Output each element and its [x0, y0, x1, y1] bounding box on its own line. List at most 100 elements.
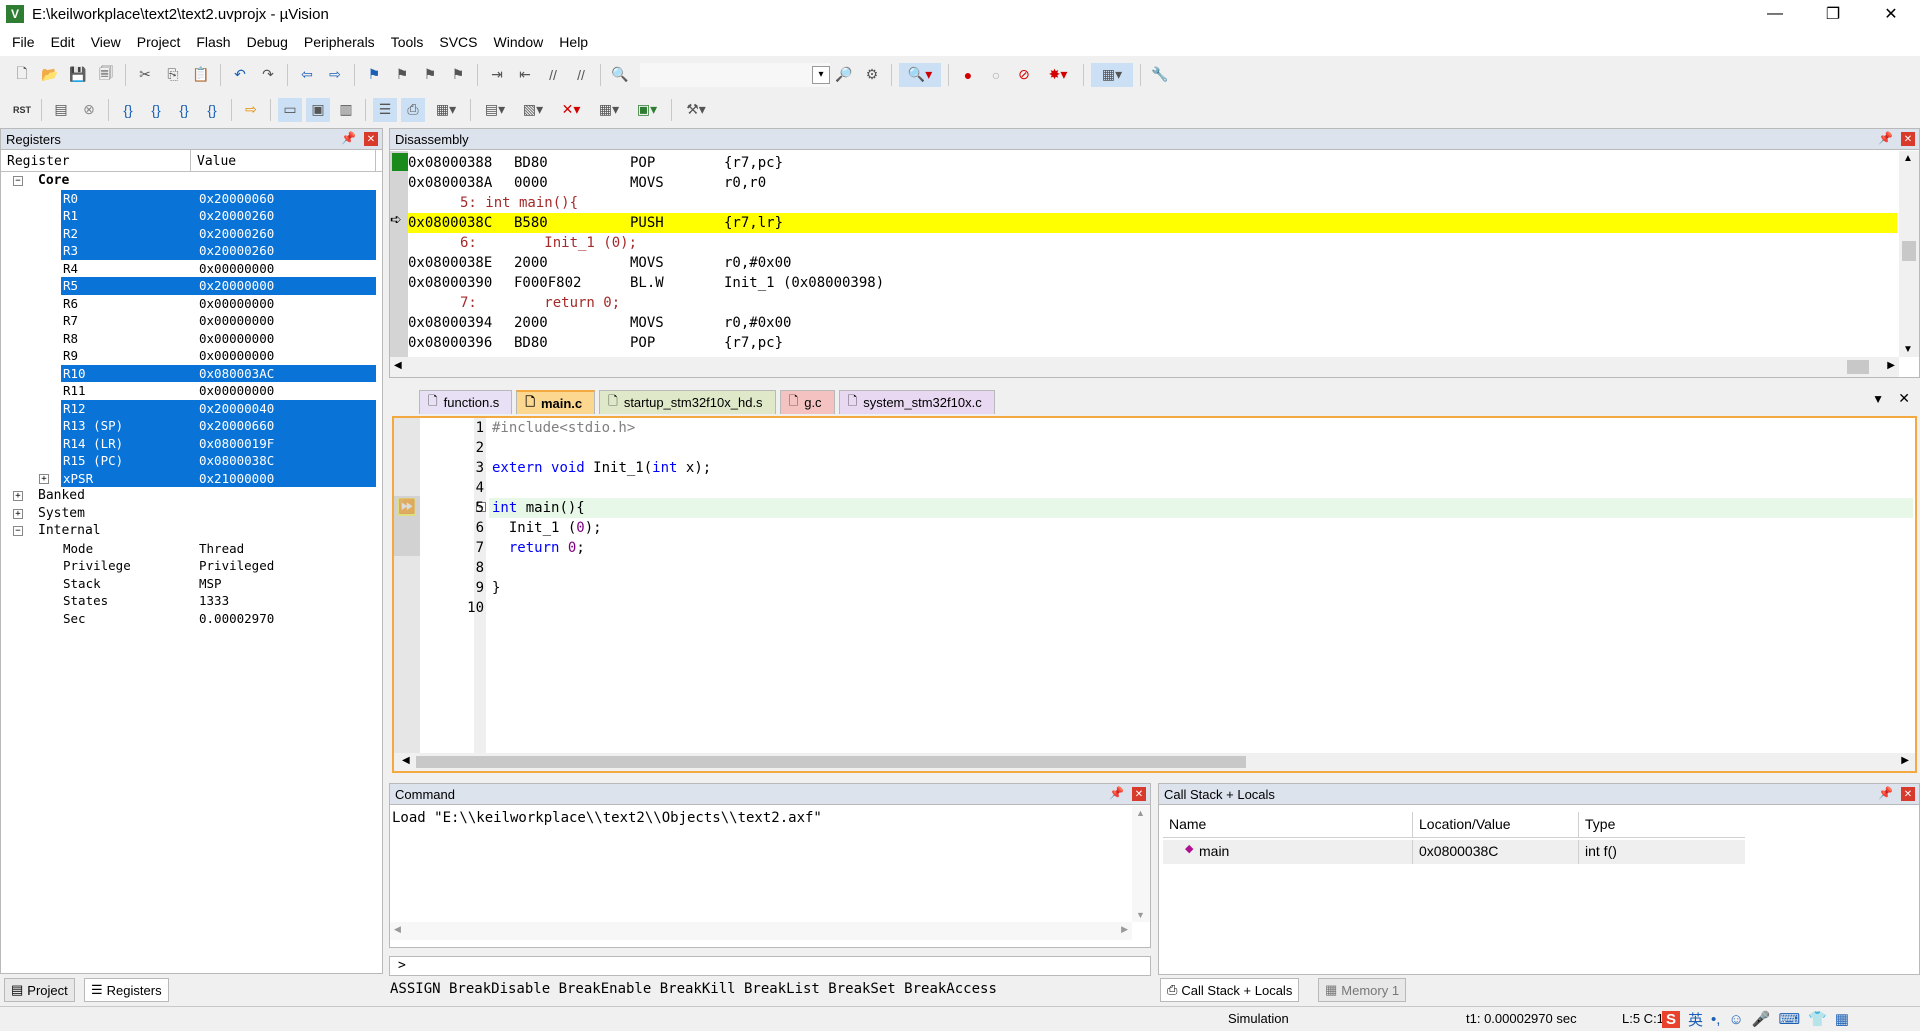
- register-row[interactable]: R5 0x20000000: [1, 277, 382, 295]
- menu-svcs[interactable]: SVCS: [431, 34, 485, 50]
- disassembly-window-icon[interactable]: ▣: [306, 97, 330, 122]
- register-row[interactable]: Sec 0.00002970: [1, 610, 382, 628]
- analysis-window-icon[interactable]: ✕▾: [554, 98, 588, 122]
- disable-breakpoint-icon[interactable]: ○: [984, 63, 1008, 87]
- disassembly-source-line[interactable]: 7: return 0;: [408, 293, 1897, 313]
- nav-back-icon[interactable]: ⇦: [295, 63, 319, 87]
- run-icon[interactable]: ▤: [49, 98, 73, 122]
- configure-icon[interactable]: 🔧: [1148, 63, 1172, 87]
- disassembly-source-line[interactable]: 5: int main(){: [408, 193, 1897, 213]
- editor-hscroll[interactable]: ◀ ▶: [394, 753, 1915, 771]
- clear-bookmarks-icon[interactable]: ⚑: [446, 63, 470, 87]
- value-column-header[interactable]: Value: [191, 150, 376, 171]
- unindent-icon[interactable]: ⇤: [513, 63, 537, 87]
- pin-icon[interactable]: 📌: [1109, 786, 1124, 800]
- step-over-icon[interactable]: {}: [144, 98, 168, 122]
- source-line[interactable]: 4: [394, 478, 1915, 498]
- find-icon[interactable]: 🔎: [832, 63, 856, 87]
- ime-language-icon[interactable]: 英: [1688, 1009, 1703, 1030]
- source-line[interactable]: 8: [394, 558, 1915, 578]
- disassembly-instruction[interactable]: 0x08000388 BD80 POP {r7,pc}: [408, 153, 1897, 173]
- register-value[interactable]: 0x20000260: [199, 225, 274, 243]
- tab-memory[interactable]: ▦ Memory 1: [1318, 978, 1407, 1002]
- register-row[interactable]: R3 0x20000260: [1, 242, 382, 260]
- stop-icon[interactable]: ⊗: [77, 98, 101, 122]
- breakpoint-icon[interactable]: ●: [956, 63, 980, 87]
- ime-voice-icon[interactable]: 🎤: [1752, 1010, 1771, 1028]
- paste-icon[interactable]: 📋: [189, 63, 213, 87]
- register-value[interactable]: 0.00002970: [199, 610, 274, 628]
- watch-window-icon[interactable]: ▦▾: [429, 98, 463, 122]
- redo-icon[interactable]: ↷: [256, 63, 280, 87]
- pin-icon[interactable]: 📌: [1878, 131, 1893, 145]
- register-value[interactable]: 0x20000660: [199, 417, 274, 435]
- tree-group[interactable]: + Banked: [1, 487, 382, 505]
- tab-file[interactable]: 🗋 main.c: [516, 390, 596, 414]
- command-hscroll[interactable]: ◀ ▶: [390, 922, 1132, 940]
- register-row[interactable]: Stack MSP: [1, 575, 382, 593]
- register-row[interactable]: R11 0x00000000: [1, 382, 382, 400]
- register-value[interactable]: 1333: [199, 592, 229, 610]
- menu-tools[interactable]: Tools: [383, 34, 432, 50]
- source-line[interactable]: 10: [394, 598, 1915, 618]
- menu-help[interactable]: Help: [551, 34, 596, 50]
- symbols-window-icon[interactable]: ▥: [334, 98, 358, 122]
- call-stack-window-icon[interactable]: ⎙: [401, 97, 425, 122]
- menu-file[interactable]: File: [4, 34, 43, 50]
- tab-file[interactable]: 🗋 function.s: [419, 390, 513, 414]
- disassembly-vscroll[interactable]: ▲ ▼: [1899, 151, 1919, 357]
- nav-forward-icon[interactable]: ⇨: [323, 63, 347, 87]
- register-row[interactable]: R14 (LR) 0x0800019F: [1, 434, 382, 453]
- bookmark-icon[interactable]: ⚑: [362, 63, 386, 87]
- kill-breakpoints-icon[interactable]: ⊘: [1012, 63, 1036, 87]
- menu-window[interactable]: Window: [486, 34, 552, 50]
- disassembly-source-line[interactable]: 6: Init_1 (0);: [408, 233, 1897, 253]
- menu-peripherals[interactable]: Peripherals: [296, 34, 383, 50]
- ime-toolbox-icon[interactable]: 👕: [1808, 1010, 1827, 1028]
- register-value[interactable]: 0x00000000: [199, 330, 274, 348]
- source-line[interactable]: 9}: [394, 578, 1915, 598]
- maximize-button[interactable]: ❐: [1804, 0, 1862, 28]
- register-row[interactable]: R15 (PC) 0x0800038C: [1, 452, 382, 470]
- tab-call-stack[interactable]: ⎙ Call Stack + Locals: [1160, 978, 1300, 1002]
- command-vscroll[interactable]: ▲ ▼: [1132, 806, 1150, 922]
- register-row[interactable]: R8 0x00000000: [1, 330, 382, 348]
- find-dropdown-icon[interactable]: ▾: [812, 65, 830, 84]
- register-value[interactable]: 0x00000000: [199, 295, 274, 313]
- register-value[interactable]: 0x0800019F: [199, 435, 274, 453]
- disassembly-instruction[interactable]: 0x0800038E 2000 MOVS r0,#0x00: [408, 253, 1897, 273]
- cut-icon[interactable]: ✂: [133, 63, 157, 87]
- ime-punctuation-icon[interactable]: •,: [1711, 1011, 1720, 1028]
- register-row[interactable]: Privilege Privileged: [1, 557, 382, 575]
- register-value[interactable]: 0x080003AC: [199, 365, 274, 383]
- tab-file[interactable]: 🗋 system_stm32f10x.c: [838, 390, 995, 414]
- register-value[interactable]: 0x20000060: [199, 190, 274, 208]
- tab-list-dropdown-icon[interactable]: ▼: [1872, 392, 1884, 406]
- next-bookmark-icon[interactable]: ⚑: [418, 63, 442, 87]
- name-column-header[interactable]: Name: [1163, 812, 1413, 837]
- incremental-find-icon[interactable]: ⚙: [860, 63, 884, 87]
- find-combobox[interactable]: ▾: [640, 62, 830, 87]
- clear-breakpoints-icon[interactable]: ✸▾: [1040, 63, 1076, 87]
- type-column-header[interactable]: Type: [1579, 812, 1745, 837]
- register-row[interactable]: R9 0x00000000: [1, 347, 382, 365]
- close-button[interactable]: ✕: [1862, 0, 1920, 28]
- source-line[interactable]: 2: [394, 438, 1915, 458]
- reset-icon[interactable]: RST: [10, 98, 34, 122]
- ime-menu-icon[interactable]: ▦: [1835, 1010, 1849, 1028]
- register-value[interactable]: 0x20000000: [199, 277, 274, 295]
- menu-flash[interactable]: Flash: [188, 34, 238, 50]
- tree-group[interactable]: + System: [1, 505, 382, 523]
- command-window-icon[interactable]: ▭: [278, 97, 302, 122]
- register-row[interactable]: States 1333: [1, 592, 382, 610]
- register-value[interactable]: 0x21000000: [199, 470, 274, 488]
- disassembly-instruction[interactable]: 0x0800038C B580 PUSH {r7,lr}: [408, 213, 1897, 233]
- disassembly-instruction[interactable]: 0x08000394 2000 MOVS r0,#0x00: [408, 313, 1897, 333]
- input-method-tray[interactable]: S 英 •, ☺ 🎤 ⌨ 👕 ▦: [1662, 1007, 1920, 1031]
- collapse-icon[interactable]: −: [13, 526, 23, 536]
- register-row[interactable]: R2 0x20000260: [1, 224, 382, 243]
- menu-view[interactable]: View: [83, 34, 129, 50]
- disassembly-instruction[interactable]: 0x08000390 F000F802 BL.W Init_1 (0x08000398…: [408, 273, 1897, 293]
- source-line[interactable]: 6 Init_1 (0);: [394, 518, 1915, 538]
- registers-window-icon[interactable]: ☰: [373, 97, 397, 122]
